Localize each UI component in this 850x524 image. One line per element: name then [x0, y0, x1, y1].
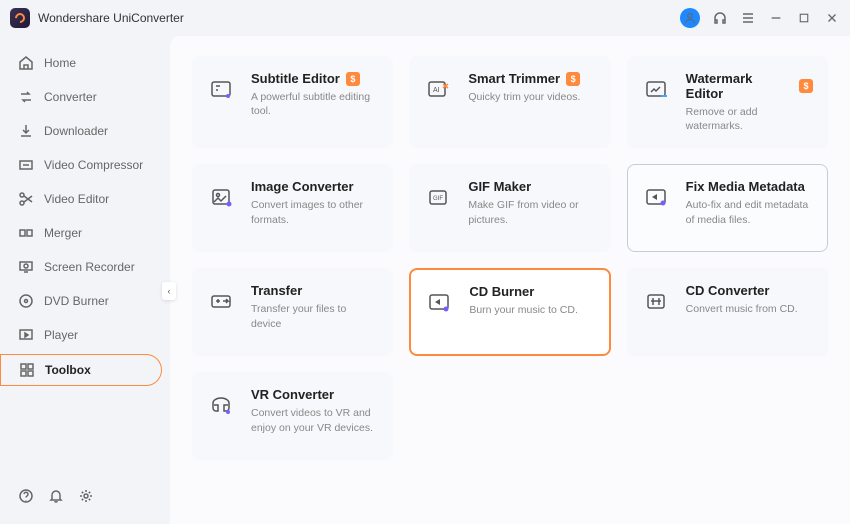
premium-badge: $ — [346, 72, 360, 86]
app-logo — [10, 8, 30, 28]
svg-text:GIF: GIF — [433, 196, 443, 202]
close-icon[interactable] — [824, 10, 840, 26]
maximize-icon[interactable] — [796, 10, 812, 26]
settings-icon[interactable] — [78, 488, 94, 504]
sidebar-item-converter[interactable]: Converter — [0, 82, 162, 112]
tool-description: Transfer your files to device — [251, 302, 378, 330]
collapse-sidebar-icon[interactable]: ‹ — [162, 282, 176, 300]
home-icon — [18, 55, 34, 71]
tool-card-image-converter[interactable]: Image Converter Convert images to other … — [192, 164, 393, 252]
sidebar-item-merger[interactable]: Merger — [0, 218, 162, 248]
bell-icon[interactable] — [48, 488, 64, 504]
tool-card-cd-burner[interactable]: CD Burner Burn your music to CD. — [409, 268, 610, 356]
tool-icon — [640, 181, 674, 215]
tool-description: Convert images to other formats. — [251, 198, 378, 226]
tool-title: Subtitle Editor — [251, 71, 340, 86]
tool-description: Remove or add watermarks. — [686, 105, 813, 133]
tool-card-cd-converter[interactable]: CD Converter Convert music from CD. — [627, 268, 828, 356]
tool-icon — [205, 73, 239, 107]
sidebar-item-player[interactable]: Player — [0, 320, 162, 350]
tool-card-fix-media-metadata[interactable]: Fix Media Metadata Auto-fix and edit met… — [627, 164, 828, 252]
premium-badge: $ — [566, 72, 580, 86]
sidebar-item-label: Toolbox — [45, 363, 91, 377]
tool-icon — [205, 181, 239, 215]
sidebar-item-downloader[interactable]: Downloader — [0, 116, 162, 146]
sidebar-item-label: Merger — [44, 226, 82, 240]
converter-icon — [18, 89, 34, 105]
tool-title: Watermark Editor — [686, 71, 793, 101]
help-icon[interactable] — [18, 488, 34, 504]
tool-description: Burn your music to CD. — [469, 303, 594, 317]
tool-description: Quicky trim your videos. — [468, 90, 595, 104]
sidebar-item-label: Screen Recorder — [44, 260, 135, 274]
scissors-icon — [18, 191, 34, 207]
tool-title: CD Converter — [686, 283, 770, 298]
sidebar-item-label: Home — [44, 56, 76, 70]
sidebar-item-label: DVD Burner — [44, 294, 109, 308]
tool-icon: AI — [422, 73, 456, 107]
tool-card-vr-converter[interactable]: VR Converter Convert videos to VR and en… — [192, 372, 393, 460]
headphones-icon[interactable] — [712, 10, 728, 26]
sidebar-item-screen-recorder[interactable]: Screen Recorder — [0, 252, 162, 282]
tool-title: Image Converter — [251, 179, 354, 194]
premium-badge: $ — [799, 79, 813, 93]
tool-icon — [640, 73, 674, 107]
tool-title: GIF Maker — [468, 179, 531, 194]
tool-card-watermark-editor[interactable]: Watermark Editor $ Remove or add waterma… — [627, 56, 828, 148]
player-icon — [18, 327, 34, 343]
tool-description: Make GIF from video or pictures. — [468, 198, 595, 226]
dvd-icon — [18, 293, 34, 309]
sidebar-item-label: Video Editor — [44, 192, 109, 206]
merger-icon — [18, 225, 34, 241]
download-icon — [18, 123, 34, 139]
tool-card-gif-maker[interactable]: GIF GIF Maker Make GIF from video or pic… — [409, 164, 610, 252]
menu-icon[interactable] — [740, 10, 756, 26]
sidebar-item-label: Player — [44, 328, 78, 342]
compressor-icon — [18, 157, 34, 173]
tool-title: Smart Trimmer — [468, 71, 560, 86]
tool-description: Convert videos to VR and enjoy on your V… — [251, 406, 378, 434]
tool-title: Fix Media Metadata — [686, 179, 805, 194]
recorder-icon — [18, 259, 34, 275]
tool-title: CD Burner — [469, 284, 534, 299]
tool-title: Transfer — [251, 283, 302, 298]
tool-icon — [640, 285, 674, 319]
tool-card-smart-trimmer[interactable]: AI Smart Trimmer $ Quicky trim your vide… — [409, 56, 610, 148]
tool-title: VR Converter — [251, 387, 334, 402]
svg-text:AI: AI — [433, 87, 440, 94]
main-content: Subtitle Editor $ A powerful subtitle ed… — [170, 36, 850, 524]
toolbox-icon — [19, 362, 35, 378]
tool-card-subtitle-editor[interactable]: Subtitle Editor $ A powerful subtitle ed… — [192, 56, 393, 148]
sidebar-item-video-compressor[interactable]: Video Compressor — [0, 150, 162, 180]
sidebar-item-label: Converter — [44, 90, 97, 104]
tool-card-transfer[interactable]: Transfer Transfer your files to device — [192, 268, 393, 356]
sidebar-item-dvd-burner[interactable]: DVD Burner — [0, 286, 162, 316]
sidebar-item-toolbox[interactable]: Toolbox — [0, 354, 162, 386]
tool-description: Convert music from CD. — [686, 302, 813, 316]
minimize-icon[interactable] — [768, 10, 784, 26]
sidebar-item-label: Downloader — [44, 124, 108, 138]
tool-icon — [423, 286, 457, 320]
sidebar: Home Converter Downloader Video Compress… — [0, 36, 170, 524]
titlebar: Wondershare UniConverter — [0, 0, 850, 36]
app-title: Wondershare UniConverter — [38, 11, 184, 25]
tool-icon — [205, 285, 239, 319]
sidebar-item-home[interactable]: Home — [0, 48, 162, 78]
sidebar-item-video-editor[interactable]: Video Editor — [0, 184, 162, 214]
tool-description: Auto-fix and edit metadata of media file… — [686, 198, 813, 226]
tool-icon — [205, 389, 239, 423]
tool-description: A powerful subtitle editing tool. — [251, 90, 378, 118]
user-account-icon[interactable] — [680, 8, 700, 28]
tool-icon: GIF — [422, 181, 456, 215]
sidebar-item-label: Video Compressor — [44, 158, 143, 172]
